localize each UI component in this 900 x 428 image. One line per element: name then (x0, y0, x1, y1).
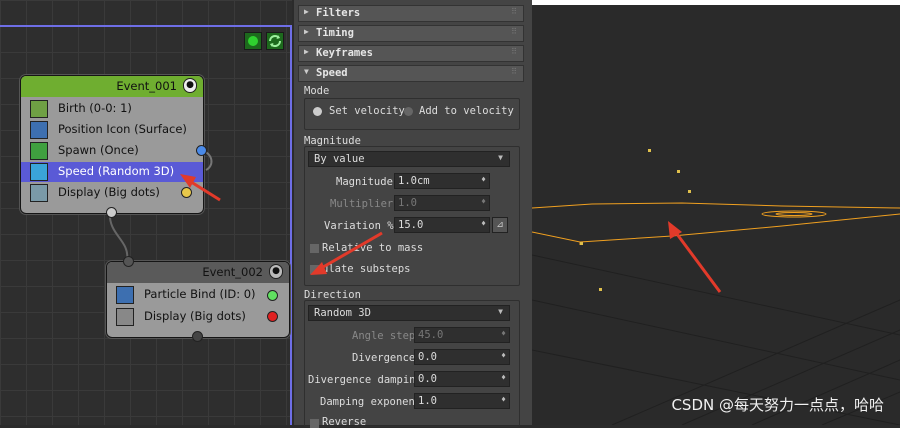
command-panel[interactable]: ▶ Filters ⠿ ▶ Timing ⠿ ▶ Keyframes ⠿ ▼ S… (294, 0, 532, 428)
annotation-arrows (180, 174, 221, 202)
particle-dot (599, 288, 602, 291)
particle-dot (677, 170, 680, 173)
viewport-scene (532, 202, 900, 425)
particle-dot (580, 242, 583, 245)
perspective-viewport[interactable]: CSDN @每天努力一点点，哈哈 (532, 0, 900, 425)
particle-dot (648, 149, 651, 152)
particle-dot (688, 190, 691, 193)
watermark: CSDN @每天努力一点点，哈哈 (671, 396, 884, 414)
annotation-arrow (310, 231, 383, 275)
particle-view-graph[interactable]: Event_001 ● Birth (0-0: 1) Position Icon… (0, 0, 292, 425)
